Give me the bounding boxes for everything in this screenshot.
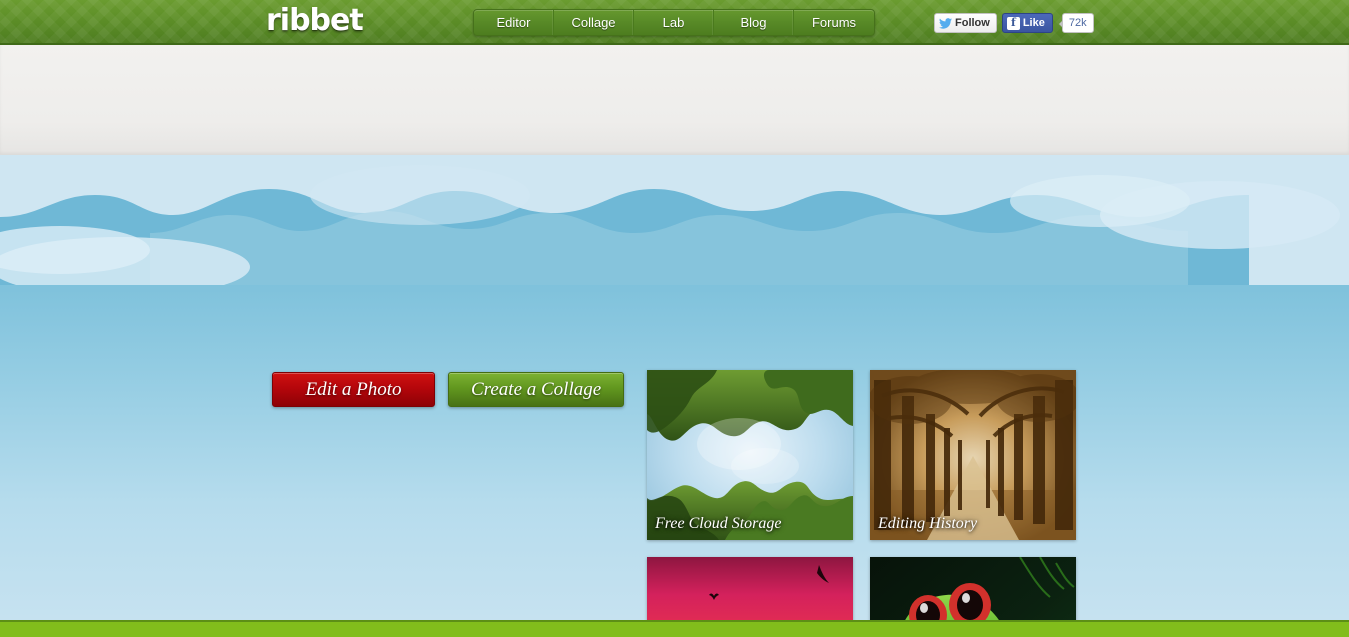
nav-item-blog[interactable]: Blog xyxy=(714,10,794,35)
nav-item-lab[interactable]: Lab xyxy=(634,10,714,35)
facebook-like-label: Like xyxy=(1022,17,1045,29)
tile-free-cloud-storage[interactable]: Free Cloud Storage xyxy=(647,370,853,540)
social-buttons: Follow f Like 72k xyxy=(934,13,1094,33)
red-sunset-with-birds-image xyxy=(647,557,853,620)
twitter-follow-label: Follow xyxy=(955,17,990,29)
primary-actions: Edit a Photo Create a Collage xyxy=(272,372,625,407)
nav-item-editor[interactable]: Editor xyxy=(474,10,554,35)
nav-label: Blog xyxy=(740,15,767,30)
tile-caption: Editing History xyxy=(878,515,978,532)
feature-tile-grid: Free Cloud Storage Editing History xyxy=(647,370,1076,620)
nav-label: Lab xyxy=(662,15,685,30)
ad-banner-slot xyxy=(0,45,1349,155)
tile-caption: Free Cloud Storage xyxy=(655,515,782,532)
twitter-bird-icon xyxy=(939,17,952,29)
tile-connected[interactable]: Connected xyxy=(647,557,853,620)
edit-a-photo-label: Edit a Photo xyxy=(305,378,402,400)
nav-item-collage[interactable]: Collage xyxy=(554,10,634,35)
facebook-count-value: 72k xyxy=(1068,17,1087,29)
nav-label: Editor xyxy=(496,15,531,30)
nav-label: Collage xyxy=(571,15,616,30)
main-navigation: Editor Collage Lab Blog Forums xyxy=(473,9,875,36)
create-a-collage-button[interactable]: Create a Collage xyxy=(448,372,625,407)
twitter-follow-button[interactable]: Follow xyxy=(934,13,997,33)
nav-item-forums[interactable]: Forums xyxy=(794,10,874,35)
facebook-like-button[interactable]: f Like xyxy=(1001,13,1053,33)
hero-stage: Edit a Photo Create a Collage Free Cloud… xyxy=(0,155,1349,620)
create-a-collage-label: Create a Collage xyxy=(471,378,602,400)
cloud-background-decoration xyxy=(0,155,1349,285)
edit-a-photo-button[interactable]: Edit a Photo xyxy=(272,372,435,407)
site-logo[interactable]: ribbet xyxy=(266,3,364,38)
red-eyed-tree-frog-image xyxy=(870,557,1076,620)
site-footer-strip xyxy=(0,620,1349,637)
tile-picnik-style[interactable]: Picnik-Style xyxy=(870,557,1076,620)
site-header: ribbet Editor Collage Lab Blog Forums Fo… xyxy=(0,0,1349,45)
facebook-f-icon: f xyxy=(1006,16,1020,30)
facebook-like-count: 72k xyxy=(1058,13,1094,33)
tile-editing-history[interactable]: Editing History xyxy=(870,370,1076,540)
nav-label: Forums xyxy=(811,15,857,30)
